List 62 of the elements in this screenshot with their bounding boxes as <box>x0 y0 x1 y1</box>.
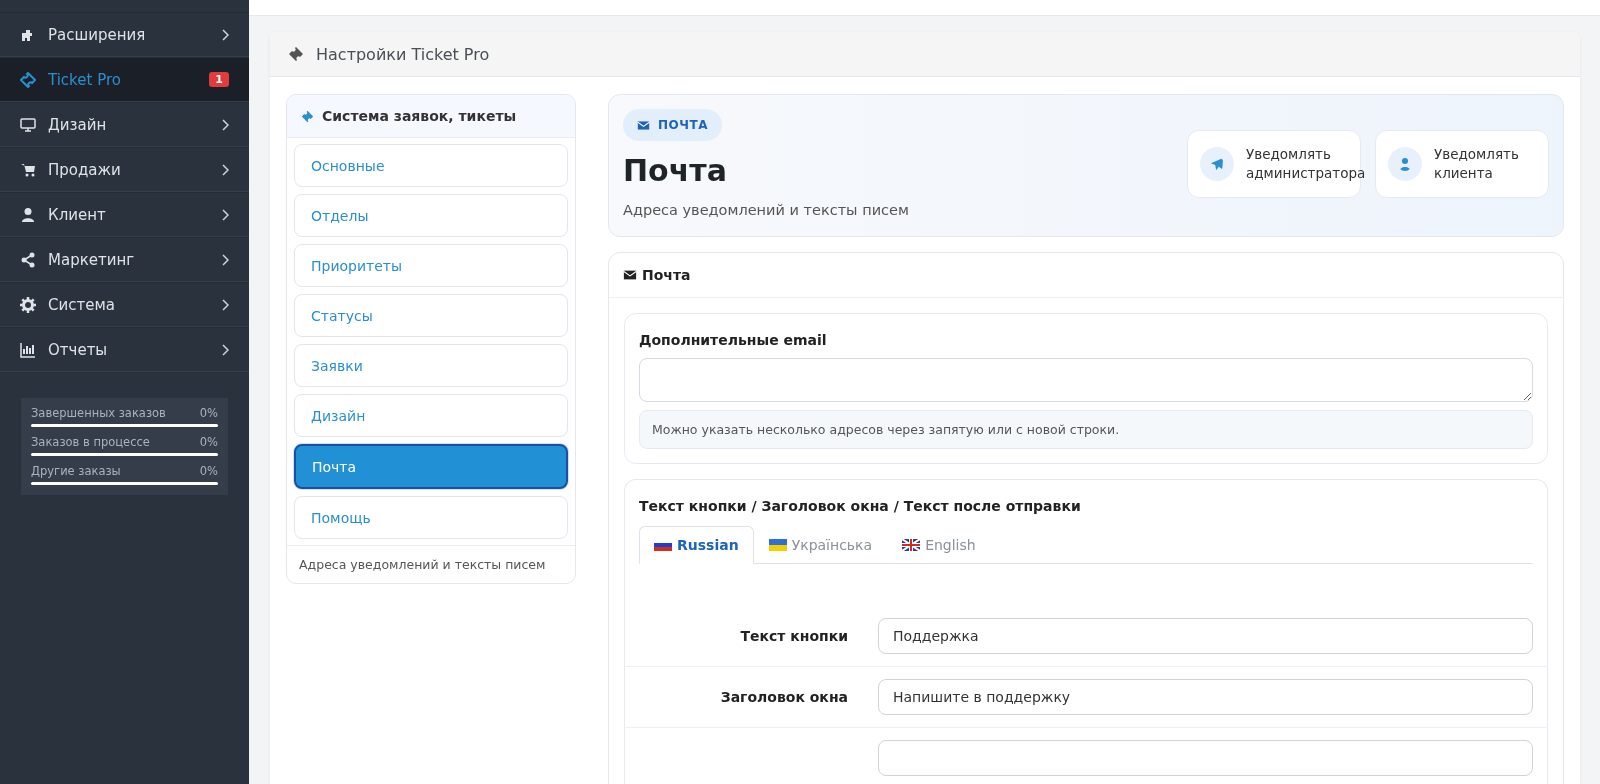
stat-value: 0% <box>199 464 218 478</box>
nav-item[interactable]: Заявки <box>294 344 568 387</box>
flag-icon <box>902 539 921 551</box>
ticket-icon <box>301 109 314 123</box>
hint-text: Можно указать несколько адресов через запятую или с новой строки. <box>639 410 1533 449</box>
nav-item[interactable]: Помощь <box>294 496 568 539</box>
paper-plane-icon <box>1200 146 1234 181</box>
envelope-icon <box>637 118 650 132</box>
stat-value: 0% <box>199 406 218 420</box>
chevron-right-icon <box>221 253 229 266</box>
nav-item[interactable]: Основные <box>294 144 568 187</box>
nav-footer-text: Адреса уведомлений и тексты писем <box>287 545 575 583</box>
ticket-icon <box>288 46 304 62</box>
sidebar-item[interactable]: Система <box>0 282 249 327</box>
chevron-right-icon <box>221 343 229 356</box>
nav-item[interactable]: Отделы <box>294 194 568 237</box>
sidebar-item[interactable]: Дизайн <box>0 102 249 147</box>
nav-item[interactable]: Дизайн <box>294 394 568 437</box>
chevron-right-icon <box>221 163 229 176</box>
menu-item-icon <box>20 161 36 178</box>
text-input[interactable]: Напишите в поддержку <box>878 679 1533 715</box>
sidebar-item[interactable]: Маркетинг <box>0 237 249 282</box>
person-icon <box>1388 146 1422 181</box>
sidebar-item[interactable]: Ticket Pro 1 <box>0 57 249 102</box>
section-title: Почта <box>642 267 691 283</box>
field-label: Заголовок окна <box>719 689 849 705</box>
language-tab[interactable]: Українська <box>753 526 888 564</box>
hero-title: Почта <box>623 153 727 188</box>
stat-value: 0% <box>199 435 218 449</box>
page-title: Настройки Ticket Pro <box>316 44 490 64</box>
sidebar-item[interactable]: Отчеты <box>0 327 249 372</box>
stat-label: Заказов в процессе <box>31 435 150 449</box>
nav-item[interactable]: Почта <box>294 444 568 489</box>
nav-item[interactable]: Приоритеты <box>294 244 568 287</box>
language-tab[interactable]: Russian <box>639 526 754 564</box>
menu-item-icon <box>20 341 36 358</box>
hero-subtitle: Адреса уведомлений и тексты писем <box>623 202 909 218</box>
notify-button[interactable]: Уведомлять клиента <box>1375 129 1549 198</box>
sidebar-item[interactable]: Продажи <box>0 147 249 192</box>
flag-icon <box>768 539 787 551</box>
chevron-right-icon <box>221 208 229 221</box>
field-label: Текст кнопки / Заголовок окна / Текст после отправки <box>639 498 1082 514</box>
chevron-right-icon <box>221 28 229 41</box>
chevron-right-icon <box>221 298 229 311</box>
count-badge: 1 <box>209 72 229 87</box>
field-label: Текст кнопки <box>739 628 849 644</box>
menu-item-icon <box>20 296 36 313</box>
stat-label: Завершенных заказов <box>31 406 166 420</box>
menu-item-icon <box>20 116 36 133</box>
stat-label: Другие заказы <box>31 464 121 478</box>
menu-item-icon <box>20 251 36 268</box>
language-tab[interactable]: English <box>887 526 991 564</box>
chevron-right-icon <box>221 118 229 131</box>
menu-item-icon <box>20 206 36 223</box>
envelope-icon <box>623 268 637 282</box>
section-badge: ПОЧТА <box>623 109 722 141</box>
text-input[interactable]: Поддержка <box>878 618 1533 654</box>
nav-item[interactable]: Статусы <box>294 294 568 337</box>
nav-title: Система заявок, тикеты <box>322 108 517 124</box>
menu-item-icon <box>20 71 36 88</box>
sidebar-item[interactable]: Клиент <box>0 192 249 237</box>
field-label: Дополнительные email <box>639 332 828 348</box>
